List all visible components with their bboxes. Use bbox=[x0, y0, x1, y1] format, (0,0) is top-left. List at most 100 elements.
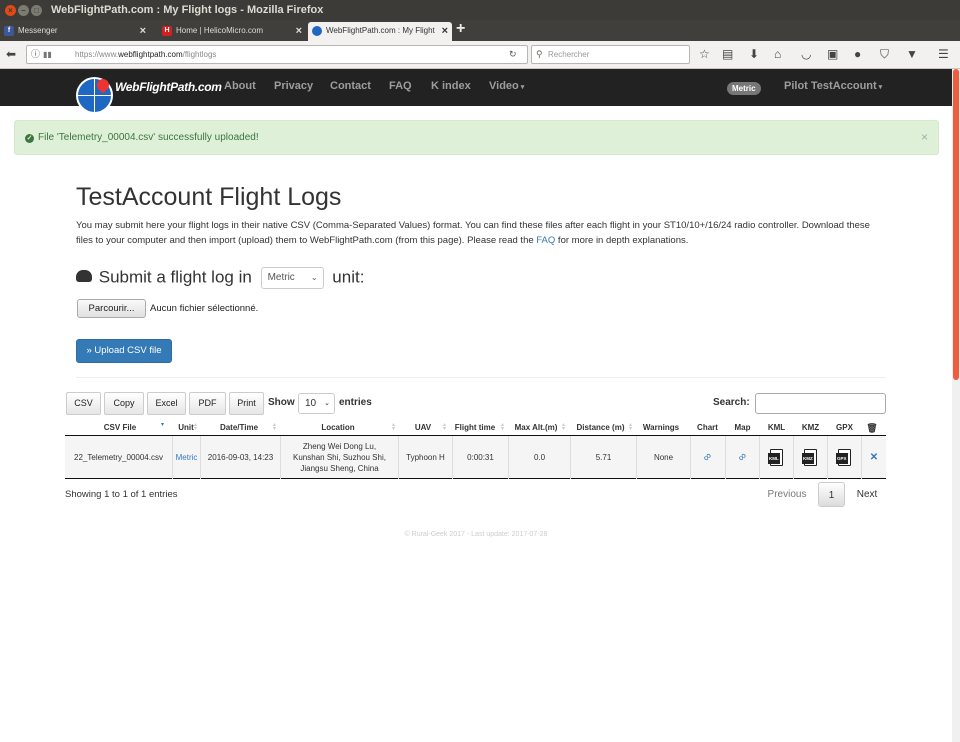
video-icon[interactable]: ▣ bbox=[827, 47, 838, 61]
copy-button[interactable]: Copy bbox=[104, 392, 144, 415]
hamburger-menu-icon[interactable]: ☰ bbox=[938, 47, 949, 61]
success-alert: ✓ File 'Telemetry_00004.csv' successfully… bbox=[14, 120, 939, 155]
alert-message: File 'Telemetry_00004.csv' successfully … bbox=[38, 132, 259, 143]
globe-icon bbox=[312, 26, 322, 36]
scrollbar-thumb[interactable] bbox=[953, 69, 959, 380]
browse-file-button[interactable]: Parcourir... bbox=[77, 299, 146, 318]
print-button[interactable]: Print bbox=[229, 392, 264, 415]
close-window-button[interactable]: × bbox=[5, 5, 16, 16]
caret-down-icon: ▾ bbox=[876, 84, 883, 91]
submit-heading: Submit a flight log in Metric ⌄ unit: bbox=[76, 267, 364, 289]
export-pdf-button[interactable]: PDF bbox=[189, 392, 226, 415]
sort-icon: ▴ ▾ bbox=[562, 422, 566, 432]
tab-messenger[interactable]: f Messenger × bbox=[0, 22, 150, 41]
new-tab-button[interactable]: + bbox=[456, 20, 465, 38]
chart-link-icon[interactable]: ∞ bbox=[701, 450, 715, 464]
extension-icon[interactable]: ● bbox=[854, 47, 861, 61]
pagination-next[interactable]: Next bbox=[852, 482, 882, 507]
sort-icon: ▴ ▾ bbox=[194, 422, 198, 432]
kml-file-icon[interactable]: KML bbox=[768, 449, 783, 466]
select-arrow-icon: ⌄ bbox=[324, 400, 330, 407]
cell-distance: 5.71 bbox=[571, 436, 637, 479]
bookmark-star-icon[interactable]: ☆ bbox=[699, 47, 710, 61]
col-distance[interactable]: Distance (m) bbox=[572, 423, 629, 432]
page-title: TestAccount Flight Logs bbox=[76, 183, 342, 211]
lock-icon[interactable]: ▮▮ bbox=[43, 46, 52, 63]
home-icon[interactable]: ⌂ bbox=[774, 47, 781, 61]
cell-kmz: KMZ bbox=[794, 436, 828, 479]
col-datetime[interactable]: Date/Time bbox=[202, 423, 276, 432]
upload-csv-button[interactable]: » Upload CSV file bbox=[76, 339, 172, 363]
reading-list-icon[interactable]: ▤ bbox=[722, 47, 733, 61]
nav-faq[interactable]: FAQ bbox=[389, 80, 412, 92]
ublock-icon[interactable]: ⛉ bbox=[880, 47, 889, 62]
site-brand[interactable]: WebFlightPath.com bbox=[115, 80, 222, 94]
caret-down-icon: ▾ bbox=[518, 84, 525, 91]
url-bar[interactable]: ⓘ ▮▮ https://www.webflightpath.com/fligh… bbox=[26, 45, 528, 64]
search-placeholder: Rechercher bbox=[548, 50, 590, 59]
close-tab-icon[interactable]: × bbox=[296, 22, 302, 40]
reload-icon[interactable]: ↻ bbox=[509, 46, 517, 63]
entries-select[interactable]: 10 ⌄ bbox=[298, 393, 335, 414]
table-info: Showing 1 to 1 of 1 entries bbox=[65, 489, 178, 500]
close-tab-icon[interactable]: × bbox=[140, 22, 146, 40]
download-icon[interactable]: ⬇ bbox=[749, 47, 759, 61]
back-icon[interactable]: ⬅ bbox=[6, 45, 16, 63]
chat-icon[interactable]: ▼ bbox=[906, 47, 918, 61]
sort-icon: ▴ ▾ bbox=[443, 422, 447, 432]
search-field[interactable]: ⚲ Rechercher bbox=[531, 45, 690, 64]
window-titlebar: × – □ WebFlightPath.com : My Flight logs -… bbox=[0, 0, 960, 20]
sort-icon: ▴ ▾ bbox=[629, 422, 633, 432]
url-text: https://www.webflightpath.com/flightlogs bbox=[75, 50, 217, 59]
nav-kindex[interactable]: K index bbox=[431, 80, 471, 92]
col-max-alt[interactable]: Max Alt.(m) bbox=[511, 423, 561, 432]
tab-webflightpath[interactable]: WebFlightPath.com : My Flight × bbox=[308, 22, 452, 41]
nav-contact[interactable]: Contact bbox=[330, 80, 371, 92]
faq-link[interactable]: FAQ bbox=[536, 235, 555, 246]
trash-icon: 🗑 bbox=[866, 423, 878, 433]
tab-label: WebFlightPath.com : My Flight bbox=[326, 26, 435, 35]
select-arrow-icon: ⌄ bbox=[310, 273, 318, 282]
sort-icon: ▴ ▾ bbox=[273, 422, 277, 432]
pocket-icon[interactable]: ◡ bbox=[801, 47, 811, 61]
unit-select[interactable]: Metric ⌄ bbox=[260, 267, 324, 289]
export-excel-button[interactable]: Excel bbox=[147, 392, 186, 415]
close-tab-icon[interactable]: × bbox=[442, 22, 448, 40]
nav-privacy[interactable]: Privacy bbox=[274, 80, 313, 92]
user-menu[interactable]: Pilot TestAccount ▾ bbox=[784, 80, 882, 92]
page-scrollbar[interactable] bbox=[952, 69, 960, 742]
pagination-previous[interactable]: Previous bbox=[762, 482, 812, 507]
table-search-input[interactable] bbox=[755, 393, 886, 414]
cell-location: Zheng Wei Dong Lu, Kunshan Shi, Suzhou Sh… bbox=[281, 436, 399, 479]
minimize-window-button[interactable]: – bbox=[18, 5, 29, 16]
alert-close-button[interactable]: × bbox=[921, 121, 928, 154]
search-icon: ⚲ bbox=[536, 49, 543, 59]
search-label: Search: bbox=[713, 397, 750, 408]
kmz-file-icon[interactable]: KMZ bbox=[802, 449, 817, 466]
col-location[interactable]: Location bbox=[283, 423, 393, 432]
col-uav[interactable]: UAV bbox=[402, 423, 444, 432]
map-link-icon[interactable]: ∞ bbox=[735, 450, 749, 464]
col-csv-file[interactable]: CSV File bbox=[65, 423, 175, 432]
cell-datetime: 2016-09-03, 14:23 bbox=[201, 436, 281, 479]
info-icon[interactable]: ⓘ bbox=[31, 46, 40, 63]
cell-kml: KML bbox=[760, 436, 794, 479]
cell-gpx: GPX bbox=[828, 436, 862, 479]
pagination-page-1[interactable]: 1 bbox=[818, 482, 845, 507]
tab-bar: f Messenger × H Home | HelicoMicro.com ×… bbox=[0, 20, 960, 41]
no-file-label: Aucun fichier sélectionné. bbox=[150, 303, 259, 314]
cell-warnings: None bbox=[637, 436, 691, 479]
col-map: Map bbox=[734, 423, 751, 432]
delete-icon[interactable]: ✕ bbox=[862, 436, 886, 479]
tab-helicomicro[interactable]: H Home | HelicoMicro.com × bbox=[158, 22, 306, 41]
export-csv-button[interactable]: CSV bbox=[66, 392, 101, 415]
nav-about[interactable]: About bbox=[224, 80, 256, 92]
gpx-file-icon[interactable]: GPX bbox=[836, 449, 851, 466]
sort-icon: ▴ ▾ bbox=[392, 422, 396, 432]
divider bbox=[76, 377, 886, 378]
tab-label: Messenger bbox=[18, 26, 58, 35]
maximize-window-button[interactable]: □ bbox=[31, 5, 42, 16]
col-flight-time[interactable]: Flight time bbox=[453, 423, 497, 432]
nav-video[interactable]: Video ▾ bbox=[489, 80, 524, 92]
unit-link[interactable]: Metric bbox=[176, 452, 198, 463]
